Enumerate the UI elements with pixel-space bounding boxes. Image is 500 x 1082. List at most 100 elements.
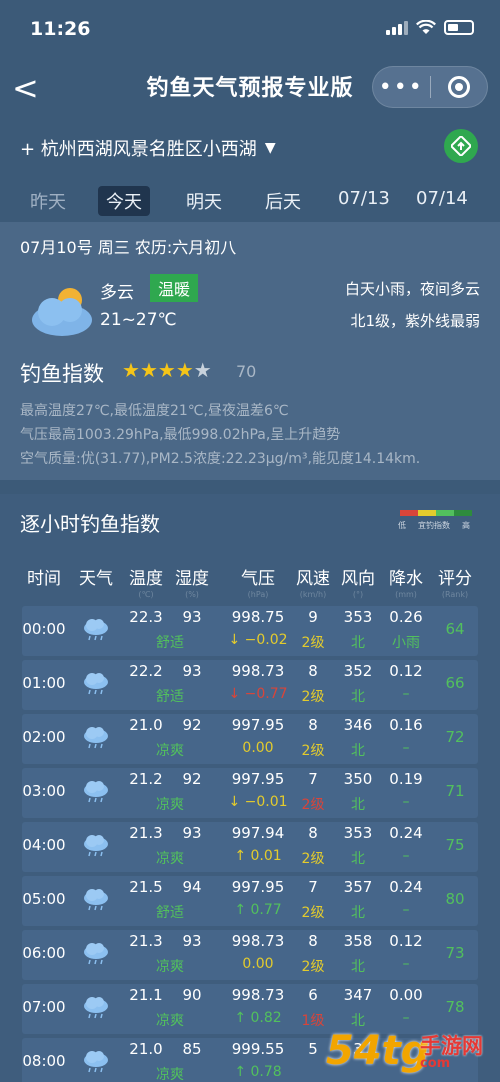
temperature-detail: 最高温度27℃,最低温度21℃,昼夜温差6℃ bbox=[20, 403, 289, 419]
weather-description: 白天小雨，夜间多云 bbox=[344, 280, 480, 298]
cell-time: 08:00 bbox=[22, 1052, 66, 1070]
cell-time: 04:00 bbox=[22, 836, 66, 854]
cell-time: 06:00 bbox=[22, 944, 66, 962]
hourly-title: 逐小时钓鱼指数 bbox=[20, 512, 160, 536]
signal-icon bbox=[386, 20, 408, 35]
cell-precip-text: – bbox=[402, 740, 410, 756]
target-icon bbox=[447, 76, 470, 98]
star-icon: ★ bbox=[139, 358, 158, 382]
table-row[interactable]: 00:00 22.3 93 998.75 9 353 0.26 64 舒适 ↓ −0.02 2级北小… bbox=[22, 606, 478, 656]
legend-swatch bbox=[418, 510, 436, 516]
cell-time: 05:00 bbox=[22, 890, 66, 908]
rain-cloud-icon bbox=[84, 673, 108, 695]
cell-comfort: 舒适 bbox=[156, 689, 184, 705]
tab-tomorrow[interactable]: 明天 bbox=[178, 186, 230, 216]
column-unit: (%) bbox=[185, 590, 199, 599]
cell-precip-text: – bbox=[402, 848, 410, 864]
tab-today[interactable]: 今天 bbox=[98, 186, 150, 216]
table-row[interactable]: 02:00 21.0 92 997.95 8 346 0.16 72 凉爽 0.00 2级北 – bbox=[22, 714, 478, 764]
cell-comfort: 凉爽 bbox=[156, 1013, 184, 1029]
cell-humidity: 92 bbox=[182, 770, 202, 788]
cell-comfort: 凉爽 bbox=[156, 743, 184, 759]
star-icon: ★ bbox=[175, 358, 194, 382]
nav-bar: < 钓鱼天气预报专业版 ••• bbox=[0, 58, 500, 118]
legend-labels: 低 宜钓指数 高 bbox=[398, 520, 470, 531]
cell-precip-text: – bbox=[402, 902, 410, 918]
air-quality-detail: 空气质量:优(31.77),PM2.5浓度:22.23μg/m³,能见度14.1… bbox=[20, 451, 421, 467]
cell-humidity: 85 bbox=[182, 1040, 202, 1058]
table-row[interactable]: 04:00 21.3 93 997.94 8 353 0.24 75 凉爽 ↑ 0.01 2级北 – bbox=[22, 822, 478, 872]
tab-day-after[interactable]: 后天 bbox=[257, 186, 309, 216]
direction-sign-icon bbox=[451, 136, 471, 156]
star-icon: ★ bbox=[193, 358, 212, 382]
cell-comfort: 凉爽 bbox=[156, 851, 184, 867]
fishing-index-score: 70 bbox=[236, 362, 257, 381]
date-line: 07月10号 周三 农历:六月初八 bbox=[20, 238, 237, 257]
legend-swatch bbox=[454, 510, 472, 516]
cell-precip-text: – bbox=[402, 794, 410, 810]
column-header: 时间 bbox=[27, 569, 61, 589]
legend-color-bar bbox=[400, 510, 472, 516]
cell-precip-text: – bbox=[402, 686, 410, 702]
cell-comfort: 凉爽 bbox=[156, 959, 184, 975]
column-header: 湿度 bbox=[175, 569, 209, 589]
status-time: 11:26 bbox=[30, 18, 91, 40]
column-header: 评分 bbox=[438, 569, 472, 589]
rating-stars: ★★★★★ bbox=[122, 358, 212, 382]
cell-humidity: 93 bbox=[182, 608, 202, 626]
cell-humidity: 93 bbox=[182, 662, 202, 680]
today-panel: 07月10号 周三 农历:六月初八 多云 温暖 21~27℃ 白天小雨，夜间多云… bbox=[0, 222, 500, 480]
cell-comfort: 舒适 bbox=[156, 635, 184, 651]
cell-humidity: 92 bbox=[182, 716, 202, 734]
rain-cloud-icon bbox=[84, 727, 108, 749]
location-text: + 杭州西湖风景名胜区小西湖 bbox=[20, 139, 257, 160]
status-bar: 11:26 bbox=[0, 0, 500, 58]
tab-yesterday[interactable]: 昨天 bbox=[22, 186, 74, 216]
cell-comfort: 凉爽 bbox=[156, 1067, 184, 1082]
cell-comfort: 凉爽 bbox=[156, 797, 184, 813]
cell-precip-text: 小雨 bbox=[392, 635, 420, 651]
column-unit: (hPa) bbox=[247, 590, 269, 599]
cell-time: 02:00 bbox=[22, 728, 66, 746]
pressure-detail: 气压最高1003.29hPa,最低998.02hPa,呈上升趋势 bbox=[20, 427, 341, 443]
cell-time: 00:00 bbox=[22, 620, 66, 638]
cell-humidity: 93 bbox=[182, 824, 202, 842]
tab-0714[interactable]: 07/14 bbox=[408, 186, 476, 211]
rain-cloud-icon bbox=[84, 835, 108, 857]
rain-cloud-icon bbox=[84, 889, 108, 911]
close-mini-program-button[interactable] bbox=[430, 76, 487, 98]
partly-cloudy-icon bbox=[32, 288, 92, 336]
legend-swatch bbox=[436, 510, 454, 516]
table-row[interactable]: 01:00 22.2 93 998.73 8 352 0.12 66 舒适 ↓ −0.77 2级北 – bbox=[22, 660, 478, 710]
location-selector[interactable]: + 杭州西湖风景名胜区小西湖 ▼ bbox=[20, 135, 276, 161]
star-icon: ★ bbox=[157, 358, 176, 382]
table-row[interactable]: 05:00 21.5 94 997.95 7 357 0.24 80 舒适 ↑ 0.77 2级北 – bbox=[22, 876, 478, 926]
tab-0713[interactable]: 07/13 bbox=[330, 186, 398, 211]
legend-high: 高 bbox=[462, 521, 470, 530]
cell-precip-text: – bbox=[402, 956, 410, 972]
cell-humidity: 93 bbox=[182, 932, 202, 950]
rain-cloud-icon bbox=[84, 619, 108, 641]
legend-low: 低 bbox=[398, 521, 406, 530]
status-icons bbox=[386, 20, 474, 35]
cell-time: 03:00 bbox=[22, 782, 66, 800]
column-header: 气压 bbox=[241, 569, 275, 589]
navigation-map-button[interactable] bbox=[444, 129, 478, 163]
legend-swatch bbox=[400, 510, 418, 516]
mini-program-capsule: ••• bbox=[372, 66, 488, 108]
star-icon: ★ bbox=[122, 358, 140, 382]
more-icon[interactable]: ••• bbox=[373, 75, 430, 100]
rain-cloud-icon bbox=[84, 781, 108, 803]
table-row[interactable]: 06:00 21.3 93 998.73 8 358 0.12 73 凉爽 0.00 2级北 – bbox=[22, 930, 478, 980]
table-row[interactable]: 03:00 21.2 92 997.95 7 350 0.19 71 凉爽 ↓ −0.01 2级北 – bbox=[22, 768, 478, 818]
rain-cloud-icon bbox=[84, 997, 108, 1019]
temperature-range: 21~27℃ bbox=[100, 310, 177, 330]
battery-icon bbox=[444, 20, 474, 35]
fishing-index-title: 钓鱼指数 bbox=[20, 362, 104, 386]
day-tabs: 昨天 今天 明天 后天 07/13 07/14 bbox=[0, 180, 500, 220]
column-unit: (Rank) bbox=[441, 590, 469, 599]
cell-humidity: 94 bbox=[182, 878, 202, 896]
watermark: 54tg 手游网 com bbox=[322, 1020, 500, 1082]
wifi-icon bbox=[416, 20, 436, 34]
watermark-domain: com bbox=[420, 1056, 451, 1071]
